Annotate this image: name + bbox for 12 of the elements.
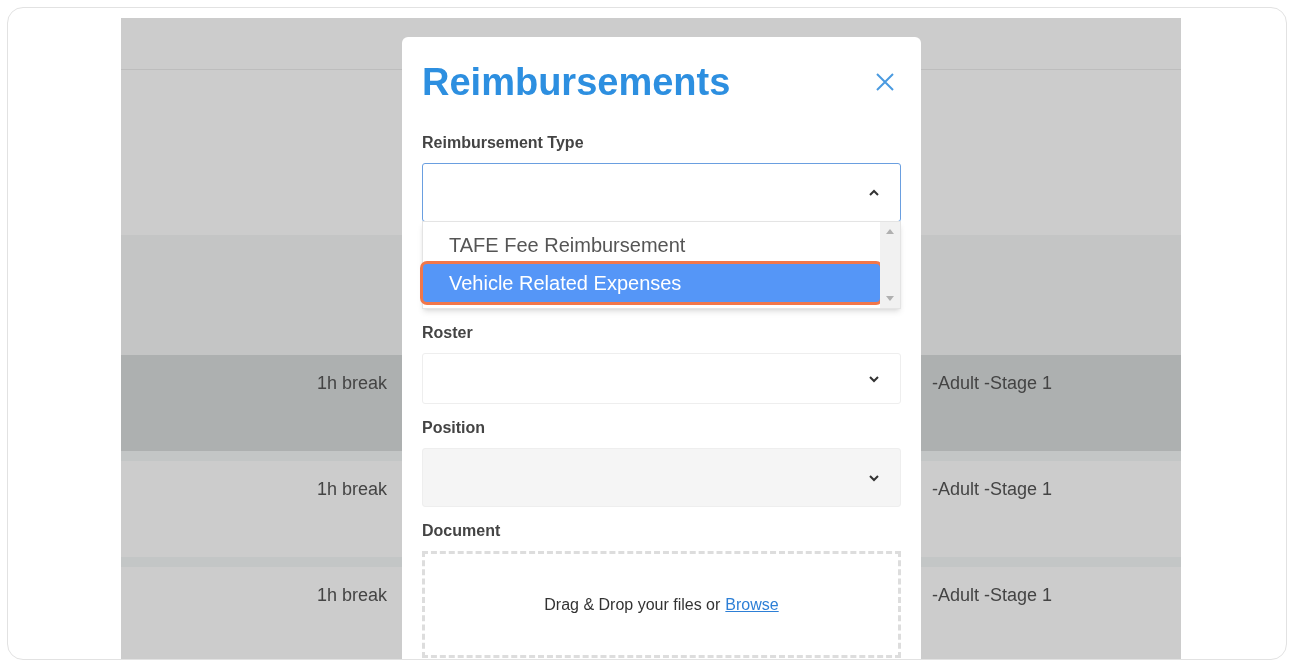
table-cell-text: 1h break	[316, 584, 387, 607]
table-cell-text: 1h break	[316, 478, 387, 501]
table-cell: -Adult -Stage 1	[932, 373, 1053, 393]
drop-prompt: Drag & Drop your files or	[544, 594, 721, 615]
field-label: Position	[422, 418, 487, 438]
modal-title: Reimbursements	[422, 63, 731, 101]
table-cell: -Adult -Stage 1	[932, 479, 1053, 499]
field-label: Document	[422, 521, 502, 541]
field-label: Roster	[422, 323, 474, 343]
table-cell-text: 1h break	[316, 372, 387, 395]
field-label: Reimbursement Type	[422, 133, 585, 153]
table-cell: -Adult -Stage 1	[932, 585, 1053, 605]
